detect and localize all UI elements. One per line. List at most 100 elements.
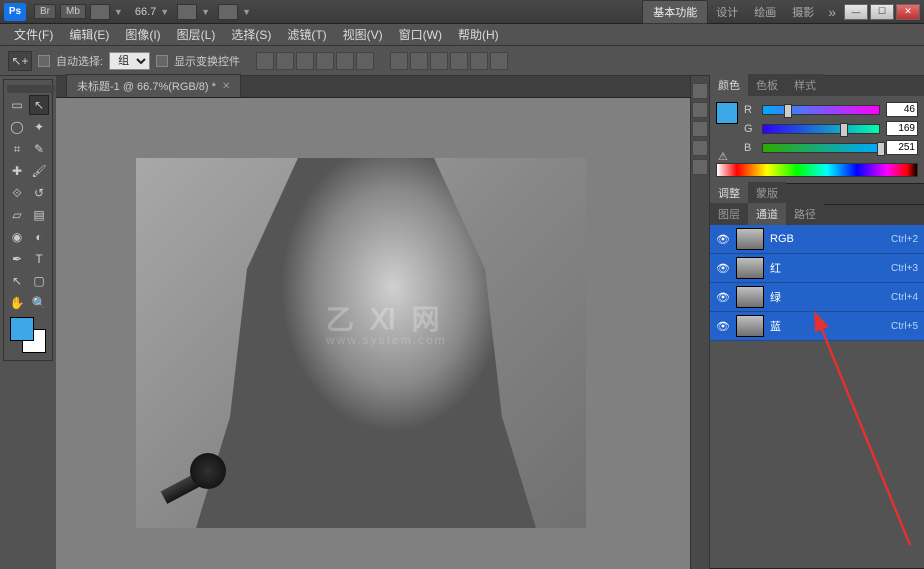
tab-styles[interactable]: 样式 [786,74,824,96]
channel-row-rgb[interactable]: 👁 RGB Ctrl+2 [710,225,924,254]
brush-tool[interactable]: 🖌 [29,161,49,181]
marquee-tool[interactable]: ▭ [7,95,27,115]
menu-help[interactable]: 帮助(H) [450,23,507,46]
align-right-icon[interactable] [356,52,374,70]
tab-masks[interactable]: 蒙版 [748,182,786,204]
close-icon[interactable]: ✕ [222,81,230,92]
shape-tool[interactable]: ▢ [29,271,49,291]
slider-g[interactable] [762,124,880,134]
visibility-eye-icon[interactable]: 👁 [716,261,730,275]
show-transform-checkbox[interactable] [156,55,168,67]
tab-adjustments[interactable]: 调整 [710,182,748,204]
move-tool-preview-icon[interactable]: ↖+ [8,51,32,71]
blur-tool[interactable]: ◉ [7,227,27,247]
slider-r[interactable] [762,105,880,115]
value-input-g[interactable] [886,121,918,136]
distribute-right-icon[interactable] [490,52,508,70]
path-select-tool[interactable]: ↖ [7,271,27,291]
channel-row-red[interactable]: 👁 红 Ctrl+3 [710,254,924,283]
align-vcenter-icon[interactable] [276,52,294,70]
lasso-tool[interactable]: ◯ [7,117,27,137]
workspace-tab-paint[interactable]: 绘画 [746,1,784,23]
tab-paths[interactable]: 路径 [786,203,824,225]
tab-color[interactable]: 颜色 [710,74,748,96]
color-preview[interactable] [716,102,738,124]
window-minimize-button[interactable]: — [844,4,868,20]
channels-list: 👁 RGB Ctrl+2 👁 红 Ctrl+3 👁 绿 [710,225,924,341]
minibridge-button[interactable]: Mb [60,4,86,19]
stamp-tool[interactable]: ⟐ [7,183,27,203]
visibility-eye-icon[interactable]: 👁 [716,232,730,246]
toolbox-handle[interactable] [7,85,55,93]
align-bottom-icon[interactable] [296,52,314,70]
gamut-warning-icon[interactable]: ⚠ [718,150,728,163]
history-brush-tool[interactable]: ↺ [29,183,49,203]
workspace-tab-design[interactable]: 设计 [708,1,746,23]
more-workspaces-icon[interactable]: » [822,4,842,20]
menu-layer[interactable]: 图层(L) [169,23,224,46]
auto-select-type-select[interactable]: 组 [109,52,150,70]
pen-tool[interactable]: ✒ [7,249,27,269]
channel-row-blue[interactable]: 👁 蓝 Ctrl+5 [710,312,924,341]
dock-icon[interactable] [692,102,708,118]
visibility-eye-icon[interactable]: 👁 [716,290,730,304]
hand-tool[interactable]: ✋ [7,293,27,313]
distribute-left-icon[interactable] [450,52,468,70]
document-tab[interactable]: 未标题-1 @ 66.7%(RGB/8) * ✕ [66,74,241,97]
chevron-down-icon[interactable]: ▼ [160,7,169,17]
foreground-color[interactable] [10,317,34,341]
eraser-tool[interactable]: ▱ [7,205,27,225]
tab-swatches[interactable]: 色板 [748,74,786,96]
visibility-eye-icon[interactable]: 👁 [716,319,730,333]
gradient-tool[interactable]: ▤ [29,205,49,225]
zoom-value[interactable]: 66.7 [135,6,156,18]
distribute-vcenter-icon[interactable] [410,52,428,70]
workspace-tab-photo[interactable]: 摄影 [784,1,822,23]
menu-image[interactable]: 图像(I) [117,23,168,46]
zoom-tool[interactable]: 🔍 [29,293,49,313]
menu-select[interactable]: 选择(S) [223,23,279,46]
window-close-button[interactable]: ✕ [896,4,920,20]
dock-icon[interactable] [692,159,708,175]
crop-tool[interactable]: ⌗ [7,139,27,159]
chevron-down-icon[interactable]: ▼ [242,7,251,17]
extras-icon[interactable] [218,4,238,20]
workspace-active[interactable]: 基本功能 [642,0,708,24]
distribute-hcenter-icon[interactable] [470,52,488,70]
bridge-button[interactable]: Br [34,4,56,19]
menu-file[interactable]: 文件(F) [6,23,61,46]
auto-select-checkbox[interactable] [38,55,50,67]
chevron-down-icon[interactable]: ▼ [201,7,210,17]
slider-b[interactable] [762,143,880,153]
canvas-viewport[interactable]: 乙 Ⅺ 网 www.system.com [56,98,690,569]
menu-filter[interactable]: 滤镜(T) [279,23,334,46]
distribute-top-icon[interactable] [390,52,408,70]
menu-view[interactable]: 视图(V) [335,23,391,46]
align-top-icon[interactable] [256,52,274,70]
tab-channels[interactable]: 通道 [748,203,786,225]
window-maximize-button[interactable]: ☐ [870,4,894,20]
channel-row-green[interactable]: 👁 绿 Ctrl+4 [710,283,924,312]
show-transform-label: 显示变换控件 [174,53,240,69]
arrange-docs-icon[interactable] [177,4,197,20]
dock-icon[interactable] [692,140,708,156]
chevron-down-icon[interactable]: ▼ [114,7,123,17]
menu-edit[interactable]: 编辑(E) [61,23,117,46]
move-tool[interactable]: ↖ [29,95,49,115]
align-left-icon[interactable] [316,52,334,70]
value-input-r[interactable] [886,102,918,117]
screen-mode-icon[interactable] [90,4,110,20]
align-hcenter-icon[interactable] [336,52,354,70]
dock-icon[interactable] [692,83,708,99]
dodge-tool[interactable]: ◐ [29,227,49,247]
type-tool[interactable]: T [29,249,49,269]
dock-icon[interactable] [692,121,708,137]
heal-tool[interactable]: ✚ [7,161,27,181]
distribute-bottom-icon[interactable] [430,52,448,70]
eyedropper-tool[interactable]: ✎ [29,139,49,159]
wand-tool[interactable]: ✦ [29,117,49,137]
menu-window[interactable]: 窗口(W) [391,23,450,46]
spectrum-ramp[interactable] [716,163,918,177]
tab-layers[interactable]: 图层 [710,203,748,225]
value-input-b[interactable] [886,140,918,155]
